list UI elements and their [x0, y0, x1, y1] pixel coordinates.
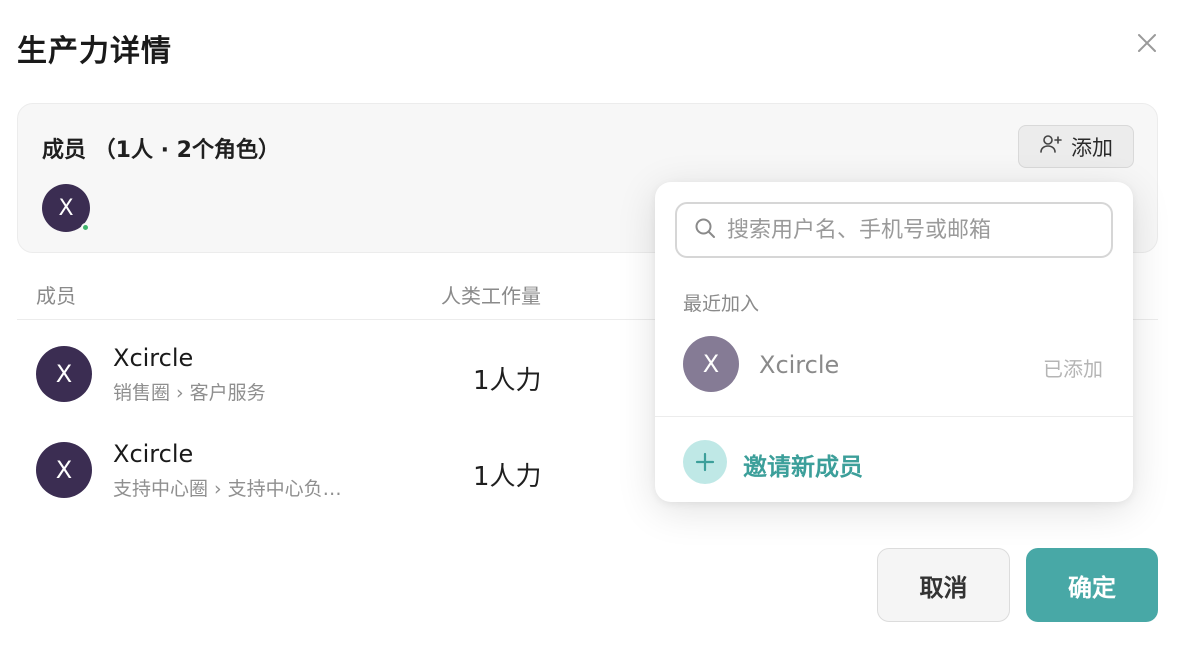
invite-member-label: 邀请新成员 [743, 453, 863, 481]
recent-label: 最近加入 [683, 293, 760, 315]
member-name: Xcircle [113, 440, 194, 468]
member-workload: 1人力 [473, 462, 542, 492]
search-input[interactable] [727, 217, 1097, 243]
search-icon [693, 216, 717, 244]
added-status: 已添加 [1043, 357, 1103, 381]
divider [655, 416, 1133, 417]
member-role-path: 支持中心圈 › 支持中心负… [113, 478, 342, 500]
recent-user-name: Xcircle [759, 351, 840, 379]
dialog-title: 生产力详情 [17, 34, 172, 69]
member-name: Xcircle [113, 344, 194, 372]
add-member-label: 添加 [1071, 135, 1113, 160]
avatar: X [36, 346, 92, 402]
confirm-button[interactable]: 确定 [1026, 548, 1158, 622]
online-status-dot [81, 223, 90, 232]
user-plus-icon [1039, 132, 1063, 161]
add-member-button[interactable]: 添加 [1018, 125, 1134, 168]
column-header-workload: 人类工作量 [441, 284, 541, 308]
members-heading: 成员 （1人 · 2个角色） [42, 138, 280, 163]
member-workload: 1人力 [473, 366, 542, 396]
invite-member-button[interactable]: 邀请新成员 [655, 437, 1133, 487]
avatar: X [36, 442, 92, 498]
cancel-button[interactable]: 取消 [877, 548, 1010, 622]
search-box [675, 202, 1113, 258]
plus-icon [683, 440, 727, 484]
recent-user-item[interactable]: X Xcircle 已添加 [655, 332, 1133, 398]
add-member-popover: 最近加入 X Xcircle 已添加 邀请新成员 [655, 182, 1133, 502]
avatar: X [683, 336, 739, 392]
close-icon[interactable] [1132, 28, 1162, 58]
member-role-path: 销售圈 › 客户服务 [113, 382, 266, 404]
column-header-member: 成员 [36, 284, 76, 308]
